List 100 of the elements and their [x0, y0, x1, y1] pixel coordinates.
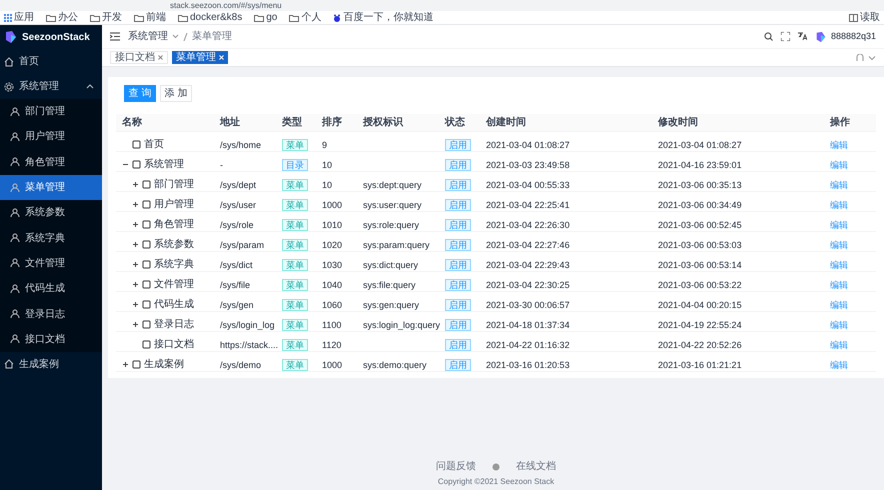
created-time-cell: 2021-04-18 01:37:34 — [486, 320, 570, 330]
sidebar-item[interactable]: 生成案例 — [0, 352, 102, 377]
permission-cell: sys:role:query — [363, 220, 420, 230]
bookmark-link[interactable]: 前端 — [146, 12, 166, 24]
menu-name: 系统管理 — [144, 158, 184, 172]
menu-name: 接口文档 — [154, 338, 194, 352]
permission-cell: sys:param:query — [363, 240, 430, 250]
menu-name: 生成案例 — [144, 358, 184, 372]
updated-time-cell: 2021-04-19 22:55:24 — [658, 320, 742, 330]
add-button[interactable]: 添 加 — [160, 85, 192, 102]
created-time-cell: 2021-03-04 00:55:33 — [486, 180, 570, 190]
sidebar-item[interactable]: 代码生成 — [0, 276, 102, 302]
status-tag: 启用 — [445, 219, 471, 231]
updated-time-cell: 2021-03-06 00:34:49 — [658, 200, 742, 210]
sidebar-item[interactable]: 菜单管理 — [0, 174, 102, 200]
sidebar-item[interactable]: 系统参数 — [0, 200, 102, 226]
menu-name: 文件管理 — [154, 278, 194, 292]
updated-time-cell: 2021-04-16 23:59:01 — [658, 160, 742, 170]
permission-cell: sys:file:query — [363, 280, 416, 290]
status-tag: 启用 — [445, 159, 471, 171]
updated-time-cell: 2021-04-04 00:20:15 — [658, 300, 742, 310]
path-cell: /sys/gen — [220, 300, 254, 310]
page-tab[interactable]: 接口文档 — [110, 51, 168, 64]
column-header: 授权标识 — [362, 116, 404, 130]
type-tag: 菜单 — [282, 359, 308, 371]
bookmark-link[interactable]: 应用 — [14, 12, 34, 24]
sidebar-item[interactable]: 接口文档 — [0, 326, 102, 352]
column-header: 名称 — [121, 116, 143, 130]
menu-name: 代码生成 — [154, 298, 194, 312]
sidebar-item[interactable]: 用户管理 — [0, 124, 102, 150]
permission-cell: sys:demo:query — [363, 360, 427, 370]
sort-cell: 1060 — [322, 300, 342, 310]
sidebar-item[interactable]: 系统管理 — [0, 74, 102, 99]
created-time-cell: 2021-03-04 22:29:43 — [486, 260, 570, 270]
type-tag: 菜单 — [282, 259, 308, 271]
path-cell: /sys/dict — [220, 260, 253, 270]
sidebar-item[interactable]: 登录日志 — [0, 301, 102, 327]
path-cell: https://stack.... — [220, 340, 278, 350]
permission-cell: sys:dict:query — [363, 260, 418, 270]
path-cell: /sys/home — [220, 140, 262, 150]
sort-cell: 1040 — [322, 280, 342, 290]
brand-name: SeezoonStack — [22, 30, 90, 44]
status-tag: 启用 — [445, 199, 471, 211]
status-tag: 启用 — [445, 279, 471, 291]
column-header: 状态 — [444, 116, 466, 130]
sort-cell: 1010 — [322, 220, 342, 230]
sidebar-item[interactable]: 系统字典 — [0, 225, 102, 251]
sidebar-item[interactable]: 部门管理 — [0, 99, 102, 124]
bookmark-link[interactable]: 开发 — [102, 12, 122, 24]
docs-link[interactable]: 在线文档 — [516, 459, 556, 474]
column-header: 操作 — [828, 116, 851, 130]
status-tag: 启用 — [445, 179, 471, 191]
bookmark-link[interactable]: go — [266, 12, 278, 24]
user-name[interactable]: 888882q31 — [830, 30, 876, 44]
permission-cell: sys:gen:query — [363, 300, 420, 310]
status-tag: 启用 — [445, 299, 471, 311]
status-tag: 启用 — [445, 339, 471, 351]
sort-cell: 1120 — [322, 340, 342, 350]
menu-name: 系统字典 — [154, 258, 194, 272]
permission-cell: sys:user:query — [363, 200, 422, 210]
path-cell: /sys/demo — [220, 360, 262, 370]
sidebar-item[interactable]: 角色管理 — [0, 150, 102, 175]
updated-time-cell: 2021-03-06 00:52:45 — [658, 220, 742, 230]
path-cell: /sys/login_log — [220, 320, 275, 330]
path-cell: /sys/dept — [220, 180, 256, 190]
menu-name: 系统参数 — [154, 238, 194, 252]
bookmark-link[interactable]: 办公 — [58, 12, 78, 24]
updated-time-cell: 2021-03-06 00:53:14 — [658, 260, 742, 270]
path-cell: /sys/role — [220, 220, 254, 230]
feedback-link[interactable]: 问题反馈 — [436, 459, 476, 474]
menu-name: 登录日志 — [154, 318, 194, 332]
updated-time-cell: 2021-03-06 00:53:03 — [658, 240, 742, 250]
sort-cell: 1020 — [322, 240, 342, 250]
created-time-cell: 2021-03-04 01:08:27 — [486, 140, 570, 150]
bookmark-link[interactable]: docker&k8s — [190, 12, 242, 24]
type-tag: 菜单 — [282, 339, 308, 351]
sidebar-item[interactable]: 文件管理 — [0, 250, 102, 276]
status-tag: 启用 — [445, 319, 471, 331]
permission-cell: sys:dept:query — [363, 180, 422, 190]
permission-cell: sys:login_log:query — [363, 320, 440, 330]
updated-time-cell: 2021-03-06 00:53:22 — [658, 280, 742, 290]
type-tag: 菜单 — [282, 139, 308, 151]
path-cell: /sys/user — [220, 200, 256, 210]
breadcrumb-link[interactable]: 系统管理 — [128, 29, 168, 44]
created-time-cell: 2021-03-16 01:20:53 — [486, 360, 570, 370]
created-time-cell: 2021-03-04 22:30:25 — [486, 280, 570, 290]
created-time-cell: 2021-03-30 00:06:57 — [486, 300, 570, 310]
sort-cell: 10 — [322, 160, 332, 170]
menu-name: 首页 — [144, 138, 164, 152]
created-time-cell: 2021-04-22 01:16:32 — [486, 340, 570, 350]
bookmark-link[interactable]: 百度一下，你就知道 — [343, 12, 434, 24]
bookmark-link[interactable]: 个人 — [301, 12, 322, 24]
sort-cell: 10 — [322, 180, 332, 190]
sort-cell: 9 — [322, 140, 328, 150]
updated-time-cell: 2021-04-22 20:52:26 — [658, 340, 742, 350]
sidebar-item[interactable]: 首页 — [0, 49, 102, 74]
reading-list-link[interactable]: 读取 — [860, 12, 880, 24]
page-tab[interactable]: 菜单管理 — [172, 51, 228, 64]
address-bar-url[interactable]: stack.seezoon.com/#/sys/menu — [170, 0, 282, 10]
type-tag: 菜单 — [282, 299, 308, 311]
